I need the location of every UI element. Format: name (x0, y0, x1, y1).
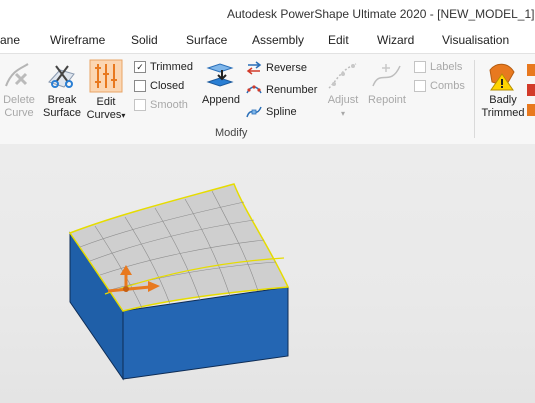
reverse-icon (246, 61, 262, 75)
repoint-label: Repoint (368, 94, 406, 106)
append-label: Append (202, 94, 240, 106)
next-tool-icon[interactable] (527, 64, 535, 76)
labels-checkbox[interactable]: Labels (414, 61, 462, 73)
trimmed-check-icon: ✓ (134, 61, 146, 73)
break-surface-label-2: Surface (43, 107, 81, 119)
edit-curves-label-2: Curves (86, 109, 122, 121)
tab-plane[interactable]: ane (0, 33, 20, 47)
next-tool-icon-2[interactable] (527, 84, 535, 96)
edit-curves-icon (89, 59, 123, 93)
append-button[interactable]: Append (198, 60, 244, 107)
combs-check-icon (414, 80, 426, 92)
trimmed-label: Trimmed (150, 61, 193, 73)
edit-curves-dropdown-icon: ▾ (121, 111, 126, 120)
combs-label: Combs (430, 80, 465, 92)
reverse-label: Reverse (266, 62, 307, 74)
spline-icon (246, 106, 262, 118)
delete-curve-button[interactable]: Delete Curve (0, 60, 38, 120)
repoint-button[interactable]: Repoint (364, 60, 410, 107)
break-surface-icon (48, 65, 75, 88)
tab-visualisation[interactable]: Visualisation (442, 33, 509, 47)
ribbon-panel: Delete Curve Break Surface Edit Curves▾ … (0, 53, 535, 145)
badly-trimmed-label-2: Trimmed (481, 107, 525, 119)
break-surface-button[interactable]: Break Surface (40, 60, 84, 120)
adjust-icon (328, 63, 357, 89)
delete-curve-icon (5, 63, 29, 87)
closed-check-icon (134, 80, 146, 92)
smooth-checkbox[interactable]: Smooth (134, 99, 188, 111)
append-icon (206, 63, 234, 87)
edit-curves-label-1: Edit (96, 96, 116, 108)
graphics-viewport[interactable] (0, 144, 535, 403)
window-title: Autodesk PowerShape Ultimate 2020 - [NEW… (227, 7, 535, 21)
combs-checkbox[interactable]: Combs (414, 80, 465, 92)
adjust-dropdown-icon: ▾ (340, 109, 345, 118)
trimmed-checkbox[interactable]: ✓ Trimmed (134, 61, 193, 73)
labels-check-icon (414, 61, 426, 73)
tab-wizard[interactable]: Wizard (377, 33, 414, 47)
adjust-button[interactable]: Adjust ▾ (322, 60, 364, 120)
adjust-label: Adjust (327, 94, 359, 106)
reverse-button[interactable]: Reverse (246, 61, 307, 75)
smooth-label: Smooth (150, 99, 188, 111)
next-tool-icon-3[interactable] (527, 104, 535, 116)
closed-label: Closed (150, 80, 185, 92)
badly-trimmed-icon (489, 63, 515, 91)
smooth-check-icon (134, 99, 146, 111)
delete-curve-label-2: Curve (4, 107, 34, 119)
renumber-label: Renumber (266, 84, 318, 96)
break-surface-label-1: Break (47, 94, 77, 106)
tab-wireframe[interactable]: Wireframe (50, 33, 105, 47)
spline-label: Spline (266, 106, 297, 118)
tab-solid[interactable]: Solid (131, 33, 158, 47)
tab-surface[interactable]: Surface (186, 33, 227, 47)
spline-button[interactable]: Spline (246, 105, 297, 119)
renumber-button[interactable]: Renumber (246, 83, 317, 97)
labels-label: Labels (430, 61, 463, 73)
ribbon-tabs: ane Wireframe Solid Surface Assembly Edi… (0, 27, 535, 53)
delete-curve-label-1: Delete (3, 94, 35, 106)
closed-checkbox[interactable]: Closed (134, 80, 184, 92)
renumber-icon (246, 85, 262, 94)
model-view (68, 183, 290, 381)
repoint-icon (372, 64, 401, 87)
ribbon-group-separator (474, 60, 475, 138)
badly-trimmed-button[interactable]: Badly Trimmed (480, 60, 526, 120)
title-bar: Autodesk PowerShape Ultimate 2020 - [NEW… (0, 0, 535, 27)
modify-group-label: Modify (215, 127, 248, 139)
edit-curves-button[interactable]: Edit Curves▾ (84, 58, 128, 122)
tab-assembly[interactable]: Assembly (252, 33, 304, 47)
tab-edit[interactable]: Edit (328, 33, 349, 47)
badly-trimmed-label-1: Badly (489, 94, 517, 106)
